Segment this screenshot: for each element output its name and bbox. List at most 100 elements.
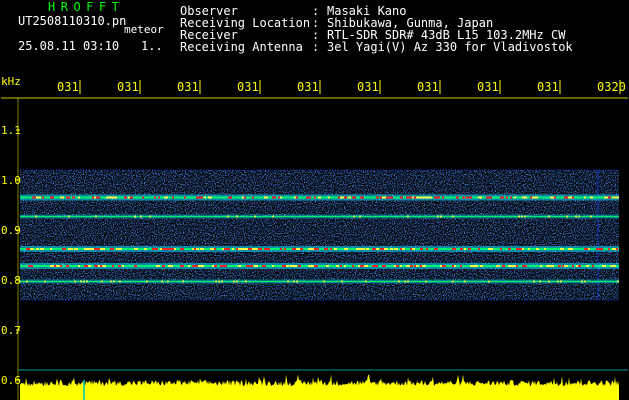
signal-peak [396,265,399,267]
signal-peak [318,196,321,199]
signal-peak [66,196,70,199]
signal-peak [196,196,200,199]
signal-peak [566,215,568,218]
signal-peak [50,248,52,250]
signal-peak [286,265,289,267]
signal-peak [592,265,594,267]
signal-peak [134,248,138,250]
signal-peak [572,196,574,199]
signal-peak [164,248,168,250]
signal-peak [32,196,36,199]
signal-peak [161,280,163,283]
signal-peak [94,248,96,250]
signal-peak [78,196,80,199]
signal-peak [182,280,184,283]
signal-peak [470,196,472,199]
signal-peak [336,265,339,267]
signal-peak [110,248,114,250]
signal-peak [344,265,346,267]
signal-peak [112,196,114,199]
signal-peak [30,265,33,267]
signal-peak [86,280,88,283]
signal-peak [362,248,365,250]
signal-peak [588,248,590,250]
signal-peak [376,265,378,267]
signal-peak [456,196,459,199]
signal-peak [486,196,488,199]
signal-peak [508,265,510,267]
signal-peak [62,196,64,199]
signal-peak [252,248,256,250]
signal-peak [438,196,440,199]
signal-peak [112,265,114,267]
signal-peak [168,248,172,250]
signal-peak [496,265,500,267]
signal-peak [416,265,419,267]
signal-peak [386,196,390,199]
signal-peak [287,280,289,283]
signal-peak [352,265,354,267]
signal-peak [530,196,532,199]
signal-peak [502,196,504,199]
signal-peak [425,280,427,283]
signal-peak [83,280,85,283]
signal-peak [246,265,250,267]
signal-peak [516,265,518,267]
signal-peak [252,196,254,199]
signal-peak [434,196,438,199]
signal-peak [156,248,158,250]
signal-peak [402,248,405,250]
signal-peak [134,265,137,267]
signal-peak [268,248,270,250]
signal-peak [264,248,268,250]
signal-peak [113,280,115,283]
signal-peak [544,248,546,250]
signal-peak [210,248,214,250]
signal-peak [442,265,446,267]
signal-peak [584,196,586,199]
signal-peak [102,265,106,267]
signal-peak [478,196,482,199]
signal-peak [488,280,490,283]
x-tick-label: 031 [417,80,439,94]
signal-peak [366,248,369,250]
signal-peak [436,248,438,250]
signal-peak [434,248,436,250]
signal-peak [308,196,311,199]
signal-peak [98,248,100,250]
signal-peak [101,280,103,283]
signal-peak [590,215,592,218]
signal-peak [548,280,550,283]
signal-peak [300,248,303,250]
signal-peak [344,248,348,250]
signal-peak [108,196,112,199]
signal-peak [170,265,173,267]
signal-peak [344,196,347,199]
signal-peak [180,265,184,267]
signal-peak [248,248,252,250]
signal-peak [341,280,343,283]
x-tick-label: 031 [237,80,259,94]
signal-peak [548,265,550,267]
signal-peak [44,280,46,283]
signal-peak [56,265,60,267]
signal-peak [590,196,593,199]
signal-peak [510,196,512,199]
signal-peak [122,265,124,267]
signal-peak [232,248,234,250]
x-tick-label: 031 [297,80,319,94]
signal-peak [214,265,217,267]
signal-peak [86,248,90,250]
signal-peak [390,248,393,250]
signal-peak [188,265,190,267]
signal-peak [162,265,165,267]
signal-peak [514,196,516,199]
signal-peak [245,280,247,283]
signal-peak [600,248,603,250]
signal-peak [296,280,298,283]
signal-peak [196,248,199,250]
signal-peak [578,265,581,267]
signal-peak [72,196,75,199]
signal-peak [118,248,122,250]
x-tick-label: 031 [537,80,559,94]
